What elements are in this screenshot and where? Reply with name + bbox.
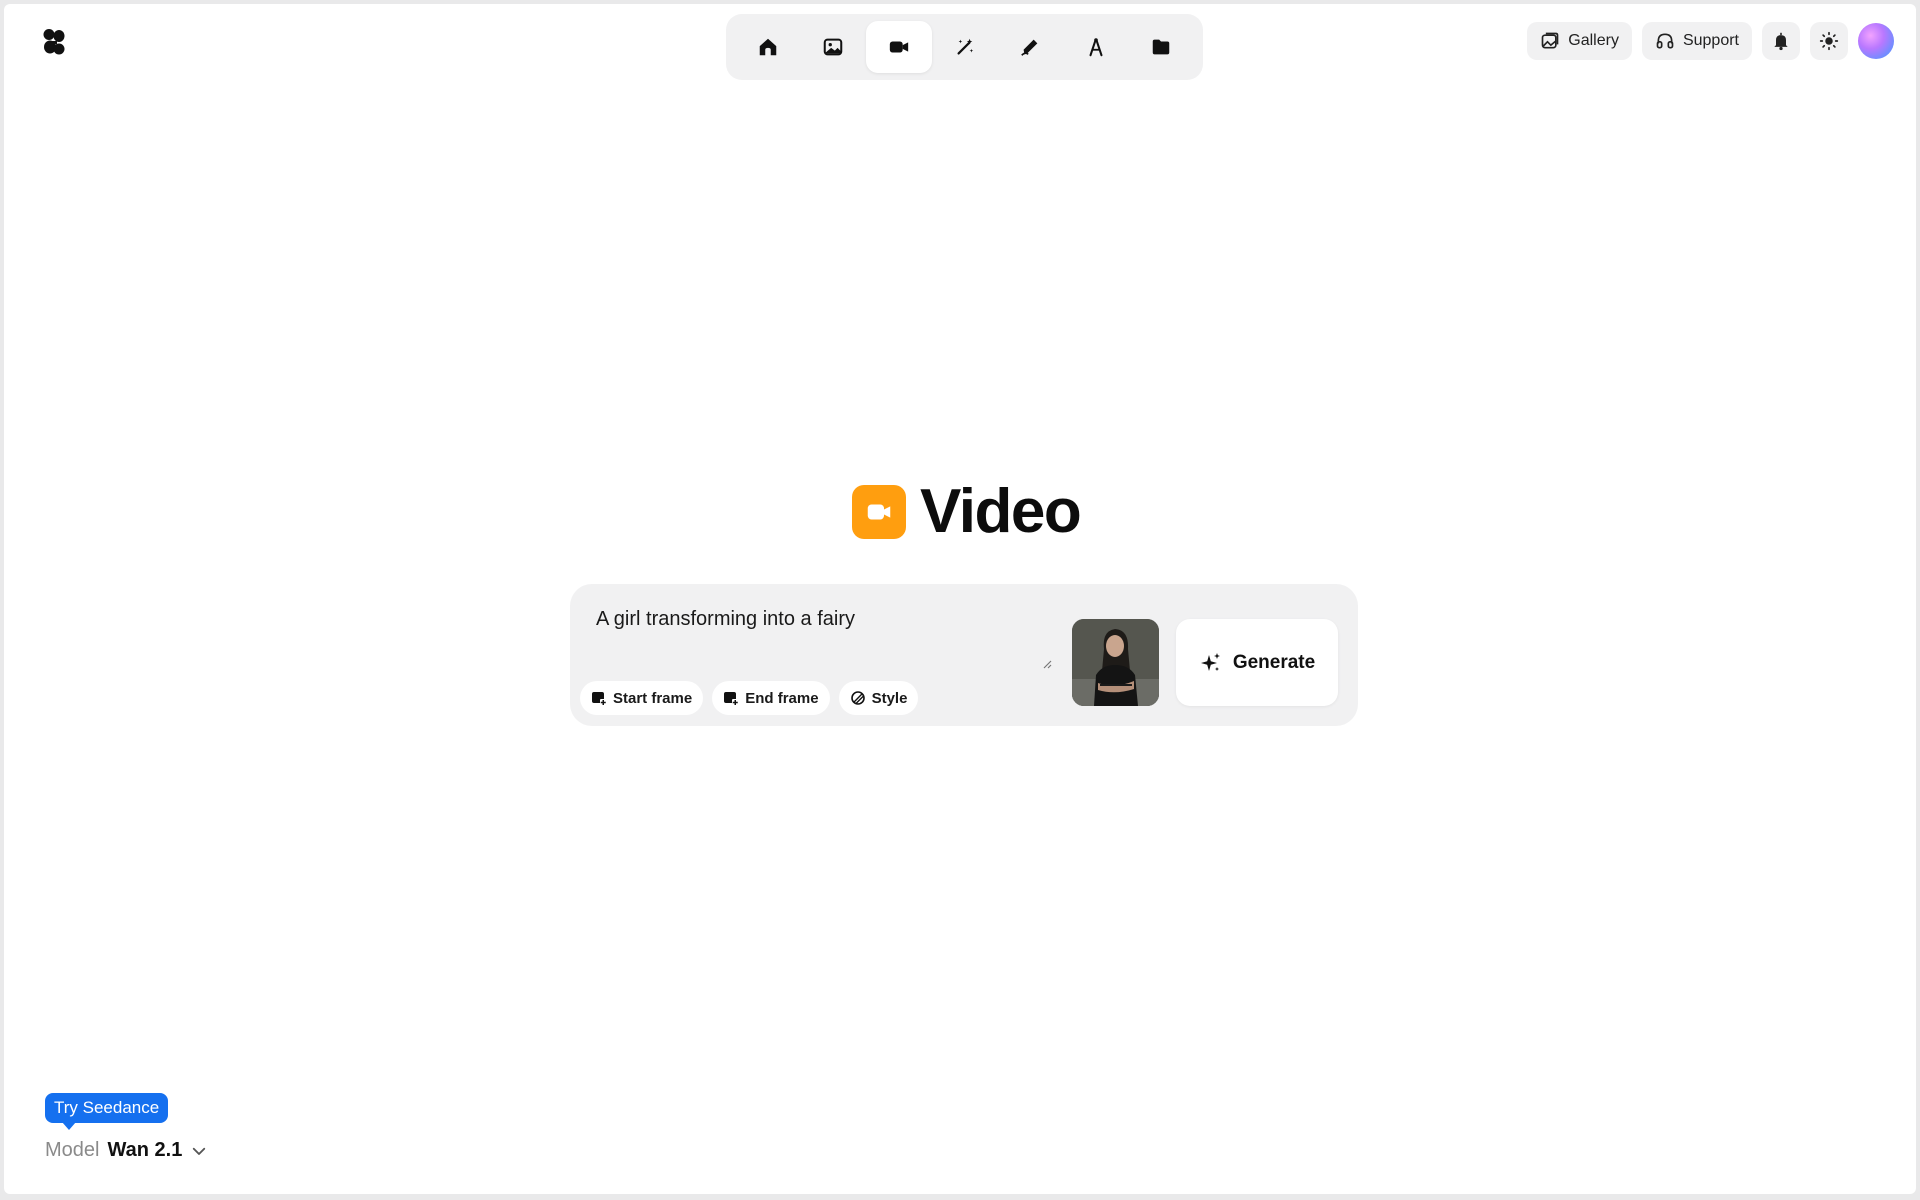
start-frame-label: Start frame bbox=[613, 689, 693, 707]
magic-wand-icon bbox=[956, 38, 973, 55]
reference-photo bbox=[1072, 619, 1159, 706]
pen-icon bbox=[1021, 39, 1038, 56]
model-selector[interactable]: Model Wan 2.1 bbox=[45, 1139, 208, 1162]
try-seedance-label: Try Seedance bbox=[54, 1098, 160, 1117]
try-seedance-badge[interactable]: Try Seedance bbox=[45, 1093, 169, 1130]
style-icon bbox=[850, 691, 865, 705]
notifications-button[interactable] bbox=[1762, 22, 1800, 60]
prompt-input[interactable]: A girl transforming into a fairy bbox=[596, 608, 855, 631]
end-frame-label: End frame bbox=[745, 689, 819, 707]
sun-icon bbox=[1819, 31, 1839, 51]
chevron-down-icon bbox=[193, 1147, 206, 1155]
support-label: Support bbox=[1682, 32, 1739, 49]
prompt-composer: A girl transforming into a fairy Start f… bbox=[570, 584, 1358, 726]
nav-home[interactable] bbox=[735, 21, 801, 73]
page-title: Video bbox=[920, 477, 1082, 546]
compass-icon bbox=[1089, 38, 1103, 57]
style-button[interactable]: Style bbox=[838, 681, 919, 715]
page-header: Video bbox=[852, 476, 1082, 547]
video-app-icon bbox=[852, 484, 906, 539]
nav-design[interactable] bbox=[1063, 21, 1129, 73]
nav-image[interactable] bbox=[801, 21, 867, 73]
home-icon bbox=[759, 38, 777, 56]
reference-image-thumbnail[interactable] bbox=[1072, 619, 1159, 706]
image-add-icon bbox=[592, 692, 607, 706]
tool-navigation bbox=[726, 14, 1203, 80]
theme-toggle-button[interactable] bbox=[1810, 22, 1848, 60]
headphones-icon bbox=[1656, 33, 1674, 49]
header-actions: Gallery Support bbox=[1527, 22, 1894, 60]
nav-edit[interactable] bbox=[997, 21, 1063, 73]
app-window: Gallery Support Video A girl transformin… bbox=[4, 4, 1916, 1194]
bell-icon bbox=[1774, 32, 1788, 51]
generate-button[interactable]: Generate bbox=[1176, 619, 1338, 706]
gallery-button[interactable]: Gallery bbox=[1527, 22, 1632, 60]
sparkles-icon bbox=[1200, 652, 1220, 671]
nav-video[interactable] bbox=[866, 21, 932, 73]
app-logo[interactable] bbox=[42, 28, 66, 56]
model-value: Wan 2.1 bbox=[107, 1139, 183, 1161]
nav-assets[interactable] bbox=[1128, 21, 1194, 73]
support-button[interactable]: Support bbox=[1641, 22, 1752, 60]
gallery-icon bbox=[1541, 32, 1559, 49]
image-add-icon bbox=[724, 692, 739, 706]
video-camera-icon bbox=[889, 41, 909, 53]
generate-label: Generate bbox=[1232, 651, 1316, 673]
start-frame-button[interactable]: Start frame bbox=[580, 681, 704, 715]
model-label: Model bbox=[45, 1139, 100, 1161]
resize-handle-icon[interactable] bbox=[1040, 657, 1052, 669]
end-frame-button[interactable]: End frame bbox=[712, 681, 830, 715]
user-avatar[interactable] bbox=[1858, 23, 1894, 59]
image-icon bbox=[824, 38, 843, 56]
gallery-label: Gallery bbox=[1568, 32, 1619, 49]
folder-icon bbox=[1153, 39, 1170, 55]
style-label: Style bbox=[871, 689, 908, 707]
nav-enhance[interactable] bbox=[932, 21, 998, 73]
prompt-options: Start frame End frame Style bbox=[580, 681, 919, 715]
